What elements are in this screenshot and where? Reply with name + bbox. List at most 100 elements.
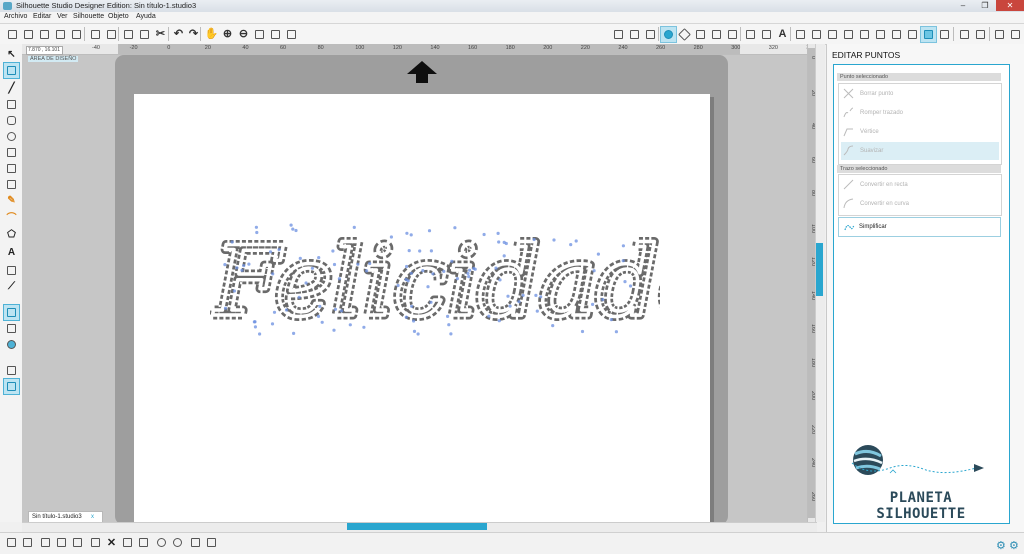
edit-point[interactable]: [348, 323, 352, 327]
edit-point[interactable]: [534, 293, 538, 297]
edit-point[interactable]: [502, 254, 506, 258]
layers-icon[interactable]: [204, 535, 219, 550]
edit-point[interactable]: [418, 249, 422, 253]
horizontal-scroll-thumb[interactable]: [347, 523, 487, 530]
zoom-out-icon[interactable]: ⊖: [235, 26, 252, 43]
offset-circle-icon[interactable]: [170, 535, 185, 550]
document-tab-close[interactable]: x: [91, 512, 94, 522]
smooth-button[interactable]: Suavizar: [841, 142, 999, 160]
edit-point[interactable]: [407, 249, 411, 253]
cut-settings-icon[interactable]: [904, 26, 921, 43]
edit-point[interactable]: [467, 275, 471, 279]
zoom-select-icon[interactable]: [251, 26, 268, 43]
edit-point[interactable]: [442, 269, 446, 273]
regular-polygon-tool-icon[interactable]: ⬠: [3, 226, 20, 243]
offset-icon[interactable]: [840, 26, 857, 43]
document-tab[interactable]: Sin título-1.studio3 x: [28, 511, 103, 522]
fill-gradient-icon[interactable]: [676, 26, 693, 43]
edit-point[interactable]: [284, 308, 289, 312]
edit-point[interactable]: [472, 266, 476, 271]
edit-point[interactable]: [426, 285, 430, 289]
edit-point[interactable]: [482, 232, 486, 237]
edit-point[interactable]: [298, 256, 302, 260]
menu-objeto[interactable]: Objeto: [108, 13, 129, 20]
edit-point[interactable]: [356, 262, 360, 266]
edit-point[interactable]: [271, 272, 275, 276]
design-page-icon[interactable]: [3, 304, 20, 321]
ellipse-tool-icon[interactable]: [3, 128, 20, 145]
edit-point[interactable]: [621, 259, 625, 263]
open-folder-icon[interactable]: [20, 26, 37, 43]
edit-point[interactable]: [569, 243, 573, 247]
eraser-tool-icon[interactable]: [3, 262, 20, 279]
maximize-button[interactable]: ❐: [974, 0, 996, 11]
send-icon[interactable]: [1007, 26, 1024, 43]
rectangle-tool-icon[interactable]: [3, 96, 20, 113]
edit-points-tool-icon[interactable]: [3, 62, 20, 79]
split-view-icon[interactable]: [3, 378, 20, 395]
edit-point[interactable]: [272, 310, 277, 314]
bring-to-front-icon[interactable]: [70, 535, 85, 550]
menu-ver[interactable]: Ver: [57, 13, 68, 20]
library-panel-icon[interactable]: [3, 320, 20, 337]
grid-settings-icon[interactable]: [626, 26, 643, 43]
edit-point[interactable]: [429, 300, 433, 304]
online-store-icon[interactable]: [3, 336, 20, 353]
simplify-button[interactable]: Simplificar: [838, 217, 1001, 237]
edit-point[interactable]: [304, 281, 308, 285]
edit-point[interactable]: [235, 266, 239, 270]
edit-point[interactable]: [508, 304, 512, 308]
edit-point[interactable]: [614, 330, 618, 334]
edit-point[interactable]: [404, 315, 408, 319]
make-curve-button[interactable]: Convertir en curva: [841, 195, 999, 213]
line-tool-icon[interactable]: ╱: [3, 80, 20, 97]
edit-point[interactable]: [427, 229, 432, 233]
freehand-tool-icon[interactable]: ✎: [3, 192, 20, 209]
edit-point[interactable]: [498, 278, 502, 282]
text-style-icon[interactable]: A: [774, 26, 791, 43]
edit-point[interactable]: [405, 264, 409, 269]
fill-pattern-icon[interactable]: [692, 26, 709, 43]
line-color-icon[interactable]: [708, 26, 725, 43]
edit-point[interactable]: [628, 284, 633, 288]
save-library-icon[interactable]: [68, 26, 85, 43]
edit-point[interactable]: [268, 250, 273, 254]
edit-point[interactable]: [396, 283, 400, 288]
edit-point[interactable]: [466, 271, 470, 276]
edit-point[interactable]: [337, 277, 341, 281]
edit-point[interactable]: [316, 314, 321, 318]
edit-point[interactable]: [318, 304, 322, 308]
edit-point[interactable]: [506, 294, 510, 298]
edit-point[interactable]: [487, 314, 491, 318]
make-line-button[interactable]: Convertir en recta: [841, 176, 999, 194]
edit-point[interactable]: [497, 240, 501, 244]
select-tool-icon[interactable]: ↖: [3, 46, 20, 63]
modify-icon[interactable]: [824, 26, 841, 43]
edit-point[interactable]: [468, 268, 472, 272]
polygon-tool-icon[interactable]: [3, 144, 20, 161]
pan-hand-icon[interactable]: ✋: [203, 26, 220, 43]
delete-point-button[interactable]: Borrar punto: [841, 85, 999, 103]
transform-icon[interactable]: [792, 26, 809, 43]
edit-point[interactable]: [580, 329, 585, 334]
delete-icon[interactable]: ✕: [104, 535, 119, 550]
rounded-rectangle-tool-icon[interactable]: [3, 112, 20, 129]
point-editor-icon[interactable]: [920, 26, 937, 43]
weld-icon[interactable]: [154, 535, 169, 550]
zoom-drag-icon[interactable]: [267, 26, 284, 43]
edit-point[interactable]: [447, 323, 451, 327]
line-width-icon[interactable]: [742, 26, 759, 43]
menu-editar[interactable]: Editar: [33, 13, 51, 20]
preferences-gear-icon[interactable]: ⚙: [1009, 539, 1019, 552]
arc-tool-icon[interactable]: [3, 176, 20, 193]
edit-point[interactable]: [623, 280, 627, 284]
edit-point[interactable]: [297, 295, 301, 299]
edit-point[interactable]: [521, 293, 525, 297]
settings-gear-icon[interactable]: ⚙: [996, 539, 1006, 552]
edit-point[interactable]: [455, 277, 459, 281]
edit-point[interactable]: [532, 237, 536, 242]
edit-point[interactable]: [446, 314, 450, 318]
edit-point[interactable]: [230, 240, 234, 244]
edit-point[interactable]: [504, 241, 508, 246]
close-window-button[interactable]: ✕: [996, 0, 1024, 11]
